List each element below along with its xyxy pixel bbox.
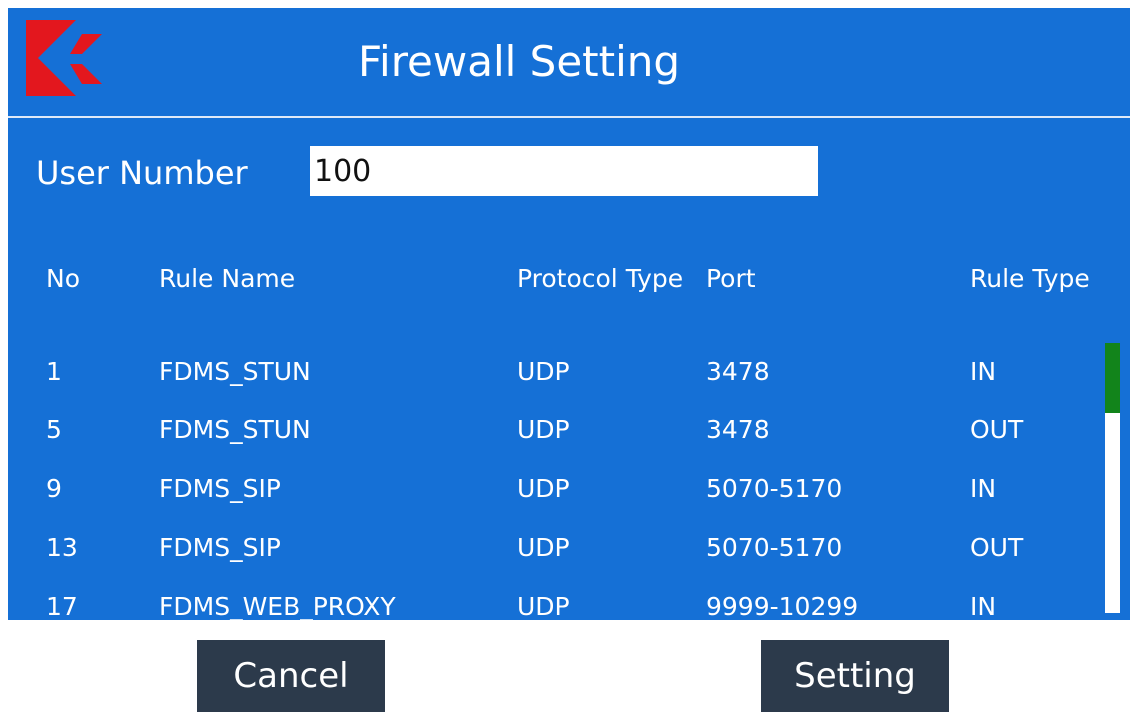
rule-name: FDMS_STUN [159, 415, 311, 444]
rule-type: OUT [970, 533, 1024, 562]
column-header-rule-name: Rule Name [159, 264, 296, 293]
rule-port: 3478 [706, 415, 770, 444]
rule-port: 5070-5170 [706, 533, 843, 562]
table-row[interactable]: 13 FDMS_SIP UDP 5070-5170 OUT [8, 519, 1093, 577]
rule-list-scrollbar[interactable] [1105, 343, 1120, 613]
rule-no: 13 [46, 533, 78, 562]
rule-protocol: UDP [517, 357, 570, 386]
rule-protocol: UDP [517, 592, 570, 620]
column-header-rule-type: Rule Type [970, 264, 1090, 293]
rule-protocol: UDP [517, 474, 570, 503]
table-row[interactable]: 5 FDMS_STUN UDP 3478 OUT [8, 401, 1093, 459]
rule-no: 5 [46, 415, 62, 444]
user-number-label: User Number [36, 154, 248, 192]
rule-type: OUT [970, 415, 1024, 444]
column-header-port: Port [706, 264, 756, 293]
column-header-protocol-type: Protocol Type [517, 264, 684, 293]
rule-name: FDMS_SIP [159, 474, 281, 503]
rule-port: 3478 [706, 357, 770, 386]
table-row[interactable]: 17 FDMS_WEB_PROXY UDP 9999-10299 IN [8, 578, 1093, 620]
rule-list[interactable]: 1 FDMS_STUN UDP 3478 IN 5 FDMS_STUN UDP … [8, 343, 1093, 620]
firewall-setting-window: Firewall Setting User Number No Rule Nam… [8, 8, 1130, 722]
page-title: Firewall Setting [357, 37, 681, 86]
title-bar: Firewall Setting [8, 8, 1130, 118]
rule-no: 9 [46, 474, 62, 503]
scrollbar-thumb[interactable] [1105, 343, 1120, 413]
settings-panel: Firewall Setting User Number No Rule Nam… [8, 8, 1130, 620]
table-row[interactable]: 9 FDMS_SIP UDP 5070-5170 IN [8, 460, 1093, 518]
rule-type: IN [970, 592, 997, 620]
column-header-no: No [46, 264, 80, 293]
rule-no: 17 [46, 592, 78, 620]
rule-no: 1 [46, 357, 62, 386]
table-header: No Rule Name Protocol Type Port Rule Typ… [8, 263, 1130, 303]
table-row[interactable]: 1 FDMS_STUN UDP 3478 IN [8, 343, 1093, 401]
rule-type: IN [970, 474, 997, 503]
rule-protocol: UDP [517, 533, 570, 562]
rule-name: FDMS_WEB_PROXY [159, 592, 396, 620]
cancel-button[interactable]: Cancel [197, 640, 385, 712]
user-number-input[interactable] [310, 146, 818, 196]
rule-type: IN [970, 357, 997, 386]
rule-port: 5070-5170 [706, 474, 843, 503]
rule-name: FDMS_SIP [159, 533, 281, 562]
rule-name: FDMS_STUN [159, 357, 311, 386]
rule-port: 9999-10299 [706, 592, 859, 620]
setting-button[interactable]: Setting [761, 640, 949, 712]
rule-protocol: UDP [517, 415, 570, 444]
